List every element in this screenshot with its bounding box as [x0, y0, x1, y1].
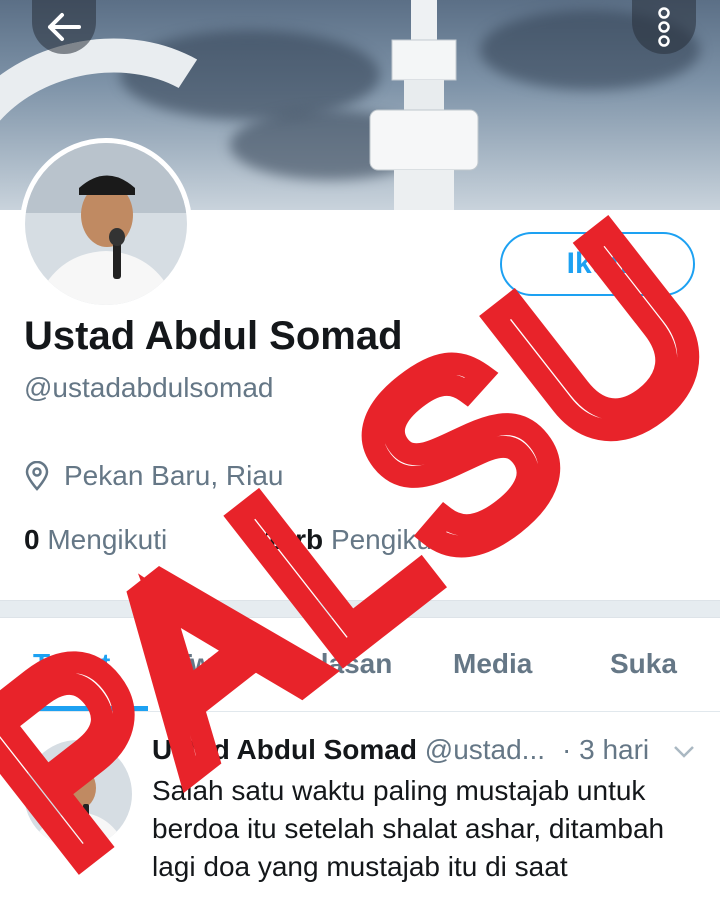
banner-minaret [369, 0, 479, 210]
profile-name: Ustad Abdul Somad [24, 314, 403, 358]
tweet-handle[interactable]: @ustad... [425, 734, 545, 765]
tweet-header: Ustad Abdul Somad @ustad... [152, 734, 545, 766]
tweet-line: Salah satu waktu paling mustajab untuk [152, 775, 646, 806]
profile-location: Pekan Baru, Riau [24, 460, 283, 492]
followers-count: 10rb [264, 524, 324, 555]
tweet-author[interactable]: Ustad Abdul Somad [152, 734, 417, 765]
followers-stat[interactable]: 10rb Pengikut [264, 524, 440, 556]
tab-media[interactable]: Media [453, 648, 532, 680]
tab-likes[interactable]: Suka [610, 648, 677, 680]
followers-label: Pengikut [330, 524, 440, 555]
follow-button[interactable]: Ikuti [500, 232, 695, 296]
tweet-time: · 3 hari [562, 734, 650, 765]
profile-handle: @ustadabdulsomad [24, 372, 274, 403]
chevron-down-icon[interactable] [672, 744, 696, 760]
following-count: 0 [24, 524, 40, 555]
profile-avatar[interactable] [20, 138, 192, 310]
tab-tweet-replies[interactable]: Tweet & balasan [175, 648, 392, 680]
tweet-line: berdoa itu setelah shalat ashar, ditamba… [152, 813, 665, 844]
active-tab-indicator [0, 706, 148, 711]
tweet-author-photo [24, 740, 132, 848]
tweet-line: lagi doa yang mustajab itu di saat [152, 851, 568, 882]
profile-tabs: Tweet Tweet & balasan Media Suka [0, 618, 720, 712]
section-divider [0, 600, 720, 618]
following-stat[interactable]: 0 Mengikuti [24, 524, 167, 556]
following-label: Mengikuti [47, 524, 168, 555]
arrow-left-icon [48, 13, 81, 41]
tab-tweet[interactable]: Tweet [33, 648, 110, 680]
tweet-text: Salah satu waktu paling mustajab untuk b… [152, 772, 697, 886]
location-text: Pekan Baru, Riau [64, 460, 284, 491]
profile-photo [25, 143, 187, 305]
vertical-dots-icon [658, 7, 670, 47]
map-pin-icon [25, 461, 49, 491]
tweet-avatar[interactable] [24, 740, 132, 848]
